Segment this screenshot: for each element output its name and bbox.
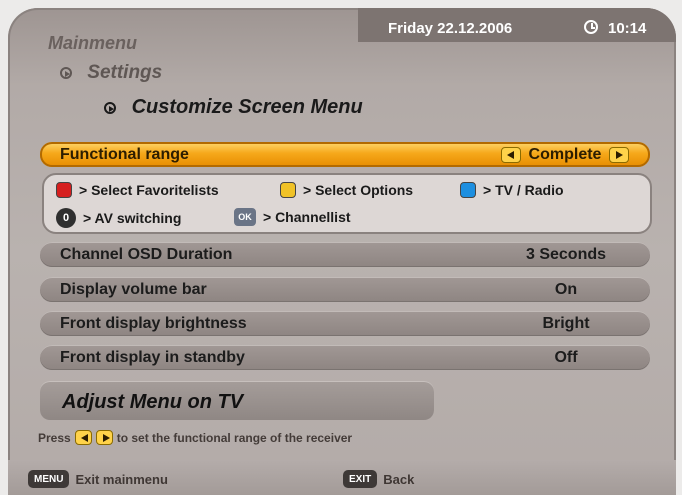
breadcrumb-mainmenu: Mainmenu	[48, 33, 137, 54]
menu-key-icon: MENU	[28, 470, 70, 488]
ok-key-icon: OK	[234, 208, 256, 226]
page-title-label: Customize Screen Menu	[131, 96, 363, 118]
red-key-label: > Select Favoritelists	[79, 182, 219, 198]
yellow-key-icon	[280, 182, 296, 198]
back-label: Back	[383, 471, 415, 487]
hint-prefix: Press	[38, 430, 71, 445]
red-key-icon	[56, 182, 72, 198]
clock-icon	[584, 20, 598, 34]
right-arrow-button-icon[interactable]	[609, 147, 630, 163]
zero-key-icon: 0	[56, 208, 76, 228]
front-display-standby-value: Off	[554, 349, 578, 366]
time-display: 10:14	[608, 20, 647, 37]
channel-osd-duration-row[interactable]: Channel OSD Duration 3 Seconds	[40, 242, 650, 267]
page-title: Customize Screen Menu	[104, 96, 363, 119]
front-display-standby-row[interactable]: Front display in standby Off	[40, 345, 650, 370]
exit-mainmenu-label: Exit mainmenu	[75, 471, 168, 487]
channel-osd-duration-label: Channel OSD Duration	[60, 246, 233, 263]
yellow-key-label: > Select Options	[303, 182, 414, 198]
breadcrumb-settings: Settings	[60, 62, 162, 84]
tv-settings-screen: Friday 22.12.2006 10:14 Mainmenu Setting…	[0, 0, 682, 495]
blue-key-legend[interactable]: > TV / Radio	[460, 182, 564, 198]
front-display-standby-label: Front display in standby	[60, 349, 245, 366]
av-switching-legend[interactable]: 0 > AV switching	[56, 208, 181, 228]
functional-range-label: Functional range	[60, 146, 189, 163]
display-volume-bar-label: Display volume bar	[60, 281, 207, 298]
breadcrumb-settings-label: Settings	[87, 62, 163, 83]
arrow-right-icon	[104, 101, 116, 114]
front-display-brightness-label: Front display brightness	[60, 315, 247, 332]
blue-key-icon	[460, 182, 476, 198]
blue-key-label: > TV / Radio	[483, 182, 564, 198]
adjust-menu-on-tv-button[interactable]: Adjust Menu on TV	[40, 381, 434, 420]
front-display-brightness-row[interactable]: Front display brightness Bright	[40, 311, 650, 336]
left-arrow-key-icon	[74, 430, 92, 445]
channel-osd-duration-value: 3 Seconds	[525, 246, 607, 263]
channellist-label: > Channellist	[263, 209, 351, 225]
help-hint: Press to set the functional range of the…	[38, 430, 352, 445]
date-display: Friday 22.12.2006	[388, 20, 513, 37]
breadcrumb-mainmenu-label: Mainmenu	[48, 33, 138, 53]
front-display-brightness-value: Bright	[542, 315, 590, 332]
right-arrow-key-icon	[95, 430, 113, 445]
hint-suffix: to set the functional range of the recei…	[116, 430, 353, 445]
av-switching-label: > AV switching	[83, 210, 182, 226]
exit-key-icon: EXIT	[343, 470, 378, 488]
back-hint[interactable]: EXIT Back	[343, 470, 414, 488]
functional-range-value: Complete	[528, 146, 602, 163]
yellow-key-legend[interactable]: > Select Options	[280, 182, 413, 198]
arrow-right-icon	[60, 66, 72, 79]
display-volume-bar-row[interactable]: Display volume bar On	[40, 277, 650, 302]
left-arrow-button-icon[interactable]	[500, 147, 521, 163]
functional-range-value-control[interactable]: Complete	[487, 146, 643, 164]
red-key-legend[interactable]: > Select Favoritelists	[56, 182, 219, 198]
color-key-legend: > Select Favoritelists > Select Options …	[42, 173, 652, 234]
display-volume-bar-value: On	[554, 281, 578, 298]
adjust-menu-on-tv-label: Adjust Menu on TV	[62, 391, 244, 413]
channellist-legend[interactable]: OK > Channellist	[234, 208, 351, 226]
functional-range-row[interactable]: Functional range Complete	[40, 142, 650, 167]
exit-mainmenu-hint[interactable]: MENU Exit mainmenu	[28, 470, 168, 488]
